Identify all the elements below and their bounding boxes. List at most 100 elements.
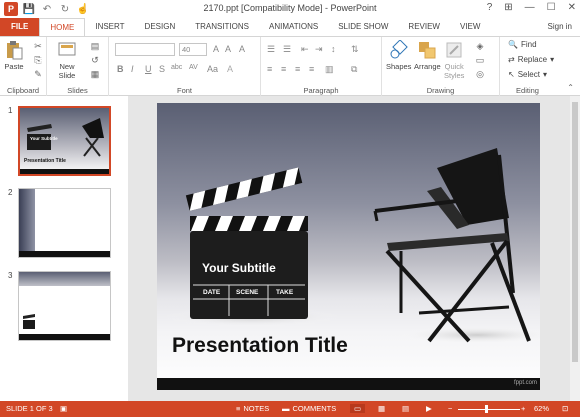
replace-button[interactable]: ⇄ Replace ▾ [508,55,554,64]
undo-icon[interactable]: ↶ [40,4,54,15]
help-icon[interactable]: ? [487,2,493,13]
bullets-icon[interactable]: ☰ [267,44,275,55]
shrink-font-icon[interactable]: A [225,44,231,54]
shape-outline-icon[interactable]: ▭ [474,55,486,65]
tab-home[interactable]: HOME [39,18,86,36]
change-case-icon[interactable]: Aa [207,64,218,74]
slide-thumbnail-1[interactable]: Your Subtitle Presentation Title [18,106,111,176]
reset-icon[interactable]: ↺ [89,55,101,65]
slide-thumbnail-3-art [19,272,110,340]
align-right-icon[interactable]: ≡ [295,64,300,74]
shape-fill-icon[interactable]: ◈ [474,41,486,51]
minimize-icon[interactable]: — [525,2,535,13]
tab-review[interactable]: REVIEW [398,18,450,36]
reading-view-icon[interactable]: ▤ [402,404,409,413]
zoom-out-icon[interactable]: − [448,404,452,413]
italic-icon[interactable]: I [131,64,134,74]
save-icon[interactable]: 💾 [22,4,36,15]
strikethrough-icon[interactable]: abc [171,64,182,71]
line-spacing-icon[interactable]: ↕ [331,44,336,54]
clear-formatting-icon[interactable]: A [239,44,245,54]
slideshow-icon[interactable]: ▶ [426,404,432,413]
layout-icon[interactable]: ▤ [89,41,101,51]
shape-effects-icon[interactable]: ◎ [474,69,486,79]
font-color-icon[interactable]: A [227,64,233,74]
columns-icon[interactable]: ▥ [325,64,334,75]
font-size-box[interactable]: 40 [179,43,207,56]
align-center-icon[interactable]: ≡ [281,64,286,74]
arrange-button[interactable]: Arrange [414,40,441,71]
paste-icon [7,41,23,60]
shadow-icon[interactable]: S [159,64,165,74]
justify-icon[interactable]: ≡ [309,64,314,74]
comments-button[interactable]: ▬ COMMENTS [282,404,336,413]
format-painter-icon[interactable]: ✎ [32,69,44,79]
align-left-icon[interactable]: ≡ [267,64,272,74]
ribbon-tabs: FILE HOME INSERT DESIGN TRANSITIONS ANIM… [0,18,580,36]
underline-icon[interactable]: U [145,64,152,74]
smartart-icon[interactable]: ⧉ [351,64,357,75]
slide-thumbnail-2[interactable] [18,188,111,258]
spelling-icon[interactable]: ▣ [60,404,67,413]
touch-mode-icon[interactable]: ☝ [76,4,90,15]
grow-font-icon[interactable]: A [213,44,219,54]
thumbnail-title: Presentation Title [24,158,66,164]
arrange-icon [419,42,436,59]
paste-button[interactable]: Paste [4,40,24,71]
decrease-indent-icon[interactable]: ⇤ [301,44,309,55]
vertical-scrollbar[interactable] [570,96,580,401]
redo-icon[interactable]: ↻ [58,4,72,15]
cut-icon[interactable]: ✂ [32,41,44,51]
notes-button[interactable]: ≡ NOTES [236,404,269,413]
ribbon: Paste ✂ ⎘ ✎ Clipboard New Slide ▤ ↺ ▦ Sl… [0,36,580,96]
bold-icon[interactable]: B [117,64,124,74]
tab-file[interactable]: FILE [0,18,40,36]
maximize-icon[interactable]: ☐ [547,2,556,13]
slide-sorter-icon[interactable]: ▦ [378,404,385,413]
main-slide[interactable]: Your Subtitle DATE SCENE TAKE Presentati… [157,103,540,390]
zoom-slider[interactable] [458,409,520,410]
copy-icon[interactable]: ⎘ [32,55,44,65]
slide-thumbnail-3[interactable] [18,271,111,341]
tab-transitions[interactable]: TRANSITIONS [185,18,259,36]
fit-slide-icon[interactable]: ⊡ [562,404,568,413]
find-button[interactable]: 🔍 Find [508,40,537,49]
thumbnail-subtitle: Your Subtitle [30,136,58,141]
replace-icon: ⇄ [508,55,515,64]
sign-in-link[interactable]: Sign in [548,22,572,31]
tab-animations[interactable]: ANIMATIONS [259,18,328,36]
section-icon[interactable]: ▦ [89,69,101,79]
increase-indent-icon[interactable]: ⇥ [315,44,323,55]
new-slide-icon [58,42,76,56]
close-icon[interactable]: ✕ [568,2,576,13]
tab-slide-show[interactable]: SLIDE SHOW [328,18,398,36]
font-group: 40 A A A B I U S abc AV Aa A Font [109,37,261,96]
tab-design[interactable]: DESIGN [135,18,186,36]
text-direction-icon[interactable]: ⇅ [351,44,359,55]
collapse-ribbon-icon[interactable]: ⌃ [567,83,574,92]
char-spacing-icon[interactable]: AV [189,64,198,71]
numbering-icon[interactable]: ☰ [283,44,291,55]
zoom-level[interactable]: 62% [534,404,549,413]
title-bar: P 💾 ↶ ↻ ☝ 2170.ppt [Compatibility Mode] … [0,0,580,18]
slide-thumbnail-1-art [20,108,109,174]
slide-subtitle[interactable]: Your Subtitle [202,261,276,275]
normal-view-icon[interactable]: ▭ [350,404,366,413]
quick-styles-button[interactable]: Quick Styles [444,40,464,80]
font-name-box[interactable] [115,43,175,56]
slide-title[interactable]: Presentation Title [172,334,348,358]
tab-insert[interactable]: INSERT [85,18,134,36]
tab-view[interactable]: VIEW [450,18,490,36]
find-icon: 🔍 [508,40,518,49]
shapes-button[interactable]: Shapes [386,40,411,71]
new-slide-button[interactable]: New Slide [57,40,77,80]
zoom-slider-thumb[interactable] [485,405,488,413]
slide-footer-bar: fppt.com [157,378,540,390]
clapper-date-label: DATE [203,289,221,296]
chevron-down-icon: ▾ [542,70,547,79]
ribbon-display-options-icon[interactable]: ⊞ [504,2,512,13]
select-button[interactable]: ↖ Select ▾ [508,70,547,79]
slide-thumbnail-2-art [19,189,110,257]
zoom-in-icon[interactable]: + [521,404,525,413]
scrollbar-thumb[interactable] [572,102,578,362]
